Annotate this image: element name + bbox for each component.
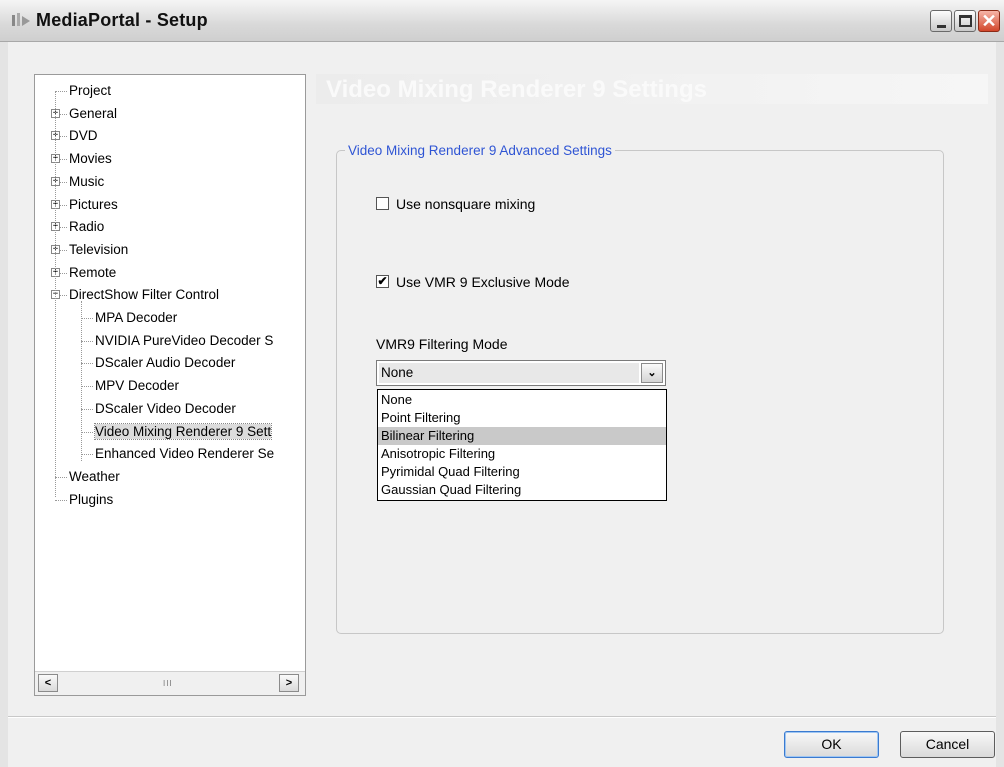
tree-connector [55, 500, 67, 501]
nonsquare-mixing-label[interactable]: Use nonsquare mixing [396, 196, 535, 212]
ok-button[interactable]: OK [784, 731, 879, 758]
dropdown-option[interactable]: None [378, 391, 666, 409]
tree-node-label[interactable]: Enhanced Video Renderer Se [95, 446, 274, 461]
mediaportal-app-icon [12, 13, 30, 26]
groupbox-title: Video Mixing Renderer 9 Advanced Setting… [345, 143, 615, 158]
tree-node-label[interactable]: Project [69, 83, 111, 98]
tree-node[interactable]: Remote [69, 263, 116, 283]
filtering-mode-select[interactable]: None ⌄ [376, 360, 666, 386]
tree-connector [81, 301, 82, 461]
dropdown-option[interactable]: Anisotropic Filtering [378, 445, 666, 463]
tree-node-label[interactable]: NVIDIA PureVideo Decoder S [95, 333, 273, 348]
chevron-down-icon: ⌄ [647, 367, 657, 379]
dropdown-option[interactable]: Point Filtering [378, 409, 666, 427]
tree-node[interactable]: Television [69, 240, 128, 260]
filtering-mode-dropdown-list[interactable]: None Point Filtering Bilinear Filtering Ani… [377, 389, 667, 501]
tree-node-label[interactable]: Radio [69, 219, 104, 234]
scroll-thumb[interactable]: III [59, 675, 277, 691]
tree-connector [81, 454, 93, 455]
tree-node-label[interactable]: Music [69, 174, 104, 189]
section-header: Video Mixing Renderer 9 Settings [316, 74, 988, 104]
tree-node[interactable]: Video Mixing Renderer 9 Sett [93, 422, 273, 442]
tree-node[interactable]: DScaler Audio Decoder [95, 353, 235, 373]
nonsquare-mixing-checkbox[interactable] [376, 197, 389, 210]
tree-node[interactable]: Enhanced Video Renderer Se [95, 444, 274, 464]
tree-node[interactable]: Plugins [69, 490, 113, 510]
scroll-left-button[interactable]: < [38, 674, 58, 692]
tree-node[interactable]: MPA Decoder [95, 308, 177, 328]
dropdown-option[interactable]: Pyrimidal Quad Filtering [378, 463, 666, 481]
tree-node[interactable]: DScaler Video Decoder [95, 399, 236, 419]
tree-connector [55, 477, 67, 478]
tree-node-label[interactable]: Remote [69, 265, 116, 280]
tree-connector [81, 363, 93, 364]
tree-connector [81, 386, 93, 387]
filtering-mode-label: VMR9 Filtering Mode [376, 336, 508, 352]
filtering-mode-value[interactable]: None [379, 363, 639, 383]
maximize-icon [959, 15, 972, 27]
tree-node[interactable]: Radio [69, 217, 104, 237]
tree-node[interactable]: Movies [69, 149, 112, 169]
tree-node-label[interactable]: Plugins [69, 492, 113, 507]
tree-connector [81, 432, 93, 433]
tree-node[interactable]: Project [69, 81, 111, 101]
tree-node[interactable]: Pictures [69, 195, 118, 215]
tree-node-label[interactable]: DScaler Audio Decoder [95, 355, 235, 370]
tree-node[interactable]: DVD [69, 126, 98, 146]
tree-node-label[interactable]: MPV Decoder [95, 378, 179, 393]
exclusive-mode-label[interactable]: Use VMR 9 Exclusive Mode [396, 274, 570, 290]
tree-connector [81, 409, 93, 410]
tree-connector [55, 91, 56, 497]
tree-node-label[interactable]: MPA Decoder [95, 310, 177, 325]
tree-node-label[interactable]: DScaler Video Decoder [95, 401, 236, 416]
tree-connector [81, 341, 93, 342]
tree-connector [55, 91, 67, 92]
tree-node-label[interactable]: DVD [69, 128, 98, 143]
exclusive-mode-checkbox[interactable]: ✔ [376, 275, 389, 288]
settings-tree[interactable]: Project General + DVD + Movies + Music + Pictures… [35, 75, 305, 671]
window-title: MediaPortal - Setup [36, 10, 208, 30]
tree-connector [81, 318, 93, 319]
dropdown-option[interactable]: Bilinear Filtering [378, 427, 666, 445]
tree-node[interactable]: NVIDIA PureVideo Decoder S [95, 331, 273, 351]
tree-node-label[interactable]: DirectShow Filter Control [69, 287, 219, 302]
minimize-icon [937, 25, 946, 28]
tree-node-label[interactable]: Movies [69, 151, 112, 166]
cancel-button[interactable]: Cancel [900, 731, 995, 758]
maximize-button[interactable] [954, 10, 976, 32]
tree-node[interactable]: Music [69, 172, 104, 192]
settings-tree-panel: Project General + DVD + Movies + Music + Pictures… [34, 74, 306, 696]
footer-divider [8, 716, 996, 718]
tree-node[interactable]: DirectShow Filter Control [69, 285, 219, 305]
tree-node-label[interactable]: Weather [69, 469, 120, 484]
tree-horizontal-scrollbar[interactable]: < III > [35, 671, 305, 695]
minimize-button[interactable] [930, 10, 952, 32]
title-bar: MediaPortal - Setup ✕ [0, 0, 1004, 42]
close-button[interactable]: ✕ [978, 10, 1000, 32]
tree-node[interactable]: MPV Decoder [95, 376, 179, 396]
dropdown-arrow-button[interactable]: ⌄ [641, 363, 663, 383]
dropdown-option[interactable]: Gaussian Quad Filtering [378, 481, 666, 499]
tree-node[interactable]: Weather [69, 467, 120, 487]
tree-node-label[interactable]: General [69, 106, 117, 121]
section-header-title: Video Mixing Renderer 9 Settings [326, 76, 707, 103]
tree-node-label[interactable]: Video Mixing Renderer 9 Sett [93, 423, 273, 440]
scroll-grip-icon: III [163, 679, 173, 688]
tree-node-label[interactable]: Pictures [69, 197, 118, 212]
close-icon: ✕ [981, 11, 997, 31]
scroll-right-button[interactable]: > [279, 674, 299, 692]
tree-node-label[interactable]: Television [69, 242, 128, 257]
tree-node[interactable]: General [69, 104, 117, 124]
